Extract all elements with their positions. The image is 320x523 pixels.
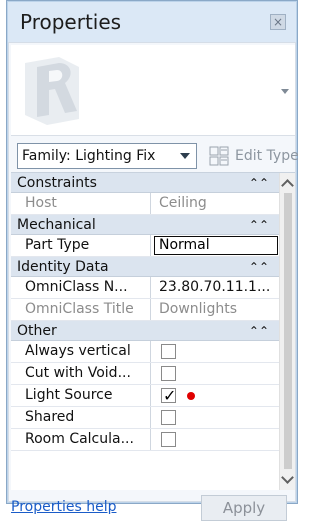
chevron-down-icon — [180, 153, 190, 159]
property-label: Shared — [11, 407, 151, 428]
collapse-icon[interactable]: ⌃⌃ — [249, 321, 269, 341]
property-value: Downlights — [159, 301, 237, 317]
scroll-down-arrow-icon[interactable] — [281, 471, 294, 484]
collapse-icon[interactable]: ⌃⌃ — [249, 257, 269, 277]
property-label: Part Type — [11, 235, 151, 256]
preview-dropdown-arrow-icon[interactable] — [281, 89, 289, 94]
shared-checkbox[interactable] — [161, 410, 176, 425]
scroll-thumb[interactable] — [284, 193, 292, 469]
property-label: Host — [11, 193, 151, 214]
property-value: 23.80.70.11.1... — [159, 279, 271, 295]
properties-grid: Constraints ⌃⌃ Host Ceiling Mechanical ⌃… — [11, 172, 295, 490]
apply-button[interactable]: Apply — [201, 495, 287, 521]
section-identity-data[interactable]: Identity Data ⌃⌃ — [11, 257, 279, 277]
property-row-cut-with-voids: Cut with Void... — [11, 363, 279, 385]
window-title: Properties — [20, 10, 122, 34]
property-row-shared: Shared — [11, 407, 279, 429]
properties-footer: Properties help Apply — [11, 491, 295, 523]
property-row-always-vertical: Always vertical — [11, 341, 279, 363]
always-vertical-checkbox[interactable] — [161, 344, 176, 359]
property-label: Room Calcula... — [11, 429, 151, 450]
section-other[interactable]: Other ⌃⌃ — [11, 321, 279, 341]
cut-with-voids-checkbox[interactable] — [161, 366, 176, 381]
collapse-icon[interactable]: ⌃⌃ — [249, 215, 269, 235]
section-title: Mechanical — [17, 217, 96, 233]
section-constraints[interactable]: Constraints ⌃⌃ — [11, 173, 279, 193]
family-type-dropdown[interactable]: Family: Lighting Fix — [17, 143, 197, 169]
section-title: Identity Data — [17, 259, 109, 275]
property-label: OmniClass Title — [11, 299, 151, 320]
type-selector-row: Family: Lighting Fix Edit Type — [17, 143, 299, 169]
property-value: Ceiling — [159, 195, 207, 211]
property-row-part-type[interactable]: Part Type Normal — [11, 235, 279, 257]
edit-type-icon — [209, 146, 229, 166]
properties-help-link[interactable]: Properties help — [11, 499, 116, 515]
type-preview[interactable] — [11, 45, 295, 136]
property-row-omniclass-number[interactable]: OmniClass N... 23.80.70.11.1... — [11, 277, 279, 299]
section-title: Other — [17, 323, 57, 339]
family-type-value: Family: Lighting Fix — [22, 148, 156, 164]
close-icon[interactable]: × — [270, 14, 286, 30]
property-row-host[interactable]: Host Ceiling — [11, 193, 279, 215]
property-row-light-source: Light Source — [11, 385, 279, 407]
edit-type-label: Edit Type — [235, 148, 299, 164]
collapse-icon[interactable]: ⌃⌃ — [249, 173, 269, 193]
scroll-up-arrow-icon[interactable] — [281, 179, 294, 192]
family-preview-icon — [19, 53, 89, 129]
light-source-checkbox[interactable] — [161, 385, 176, 406]
property-row-omniclass-title[interactable]: OmniClass Title Downlights — [11, 299, 279, 321]
edit-type-button[interactable]: Edit Type — [209, 144, 301, 168]
room-calculation-checkbox[interactable] — [161, 432, 176, 447]
property-label: Cut with Void... — [11, 363, 151, 384]
property-label: Light Source — [11, 385, 151, 406]
light-source-marker-dot — [187, 392, 195, 400]
property-label: OmniClass N... — [11, 277, 151, 298]
section-mechanical[interactable]: Mechanical ⌃⌃ — [11, 215, 279, 235]
section-title: Constraints — [17, 175, 97, 191]
property-label: Always vertical — [11, 341, 151, 362]
title-bar[interactable]: Properties × — [8, 2, 296, 42]
properties-panel: Family: Lighting Fix Edit Type Constrain… — [8, 42, 299, 521]
vertical-scrollbar[interactable] — [279, 173, 295, 490]
property-row-room-calculation-point: Room Calcula... — [11, 429, 279, 451]
part-type-input[interactable]: Normal — [154, 236, 278, 255]
